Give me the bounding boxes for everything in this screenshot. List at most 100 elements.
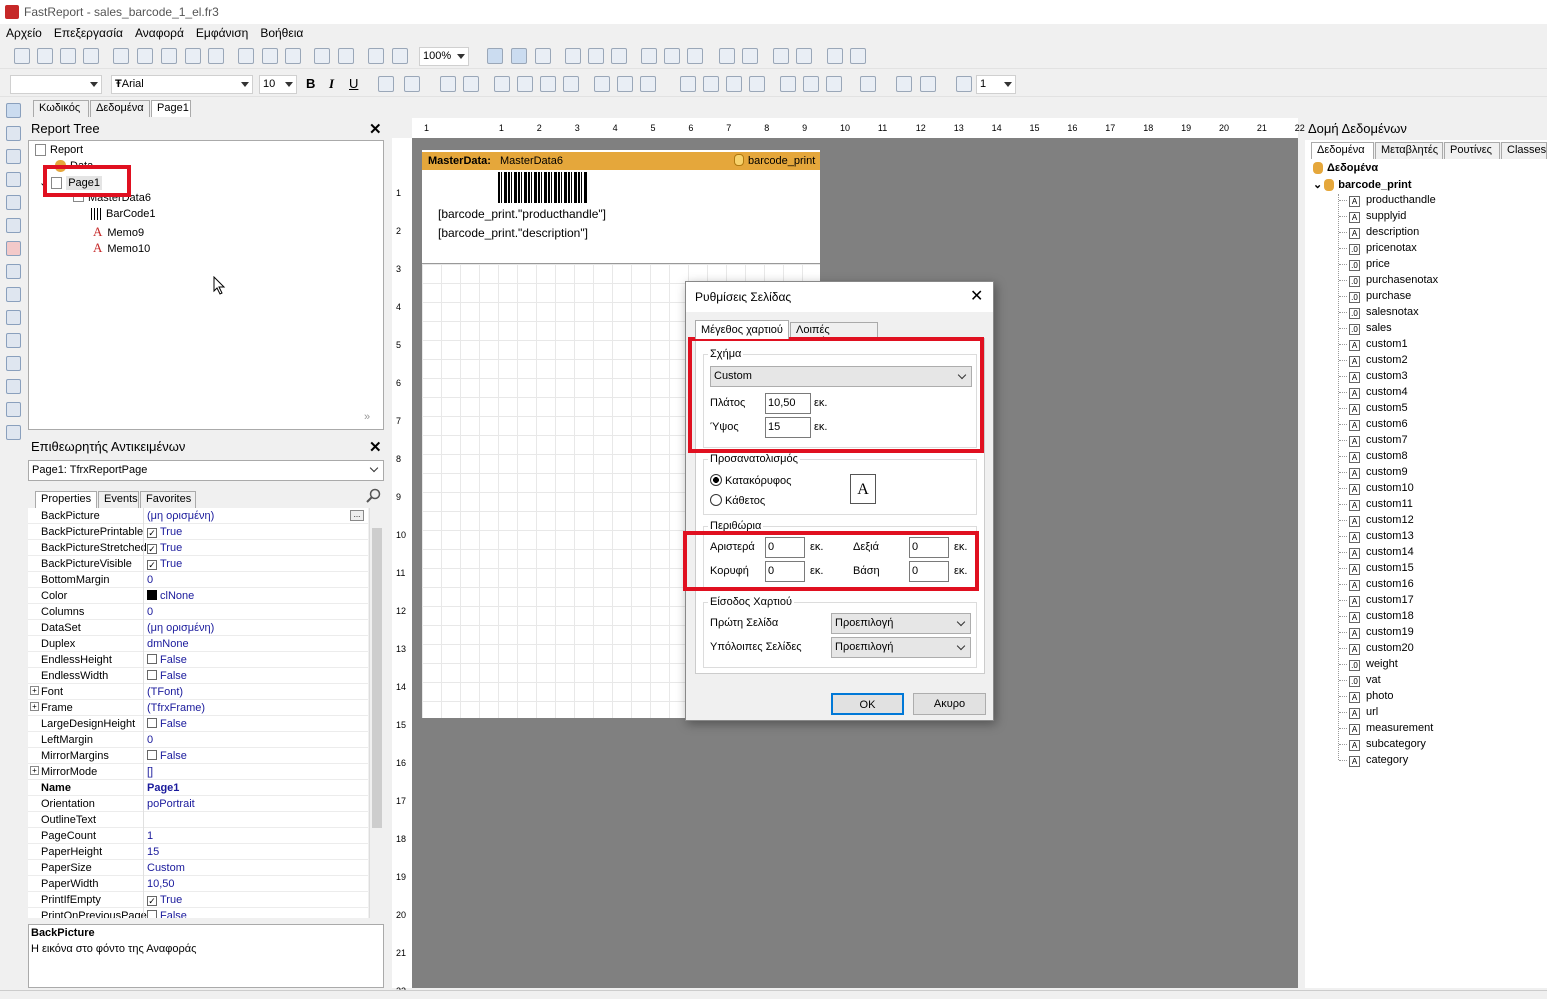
group-icon[interactable] (368, 48, 384, 64)
property-row[interactable]: BackPicture (μη ορισμένη)... (28, 508, 368, 524)
scroll-more-icon[interactable]: » (364, 411, 370, 423)
property-row[interactable]: EndlessHeight False (28, 652, 368, 668)
property-value[interactable]: poPortrait (147, 798, 195, 810)
rotate-icon[interactable] (463, 76, 479, 92)
field-item[interactable]: .0 salesnotax (1339, 306, 1419, 319)
zoom-combo[interactable]: 100% (419, 47, 469, 66)
field-item[interactable]: Acustom12 (1339, 514, 1414, 527)
field-item[interactable]: Acustom1 (1339, 338, 1408, 351)
field-item[interactable]: Acustom20 (1339, 642, 1414, 655)
field-item[interactable]: .0 price (1339, 258, 1390, 271)
shape-object-icon[interactable] (6, 402, 21, 417)
property-row[interactable]: BottomMargin 0 (28, 572, 368, 588)
frame-right-icon[interactable] (749, 76, 765, 92)
tree-item-report[interactable]: Report (35, 144, 83, 157)
property-row[interactable]: PrintIfEmpty ✓ True (28, 892, 368, 908)
property-value[interactable]: False (147, 670, 187, 682)
tab-data[interactable]: Δεδομένα (90, 100, 150, 117)
field-item[interactable]: Acustom2 (1339, 354, 1408, 367)
portrait-radio[interactable]: Κατακόρυφος (710, 474, 791, 487)
other-pages-select[interactable]: Προεπιλογή (831, 637, 971, 658)
field-item[interactable]: Aurl (1339, 706, 1378, 719)
close-icon[interactable]: ✕ (970, 286, 983, 306)
field-item[interactable]: Acategory (1339, 754, 1408, 767)
ok-button[interactable]: OK (831, 693, 904, 715)
property-row[interactable]: PaperWidth 10,50 (28, 876, 368, 892)
align-middle-icon[interactable] (664, 48, 680, 64)
menu-report[interactable]: Αναφορά (129, 24, 190, 42)
property-row[interactable]: PaperHeight 15 (28, 844, 368, 860)
format-copy-icon[interactable] (6, 195, 21, 210)
masterdata-band-header[interactable]: MasterData: MasterData6 barcode_print (422, 152, 820, 170)
field-item[interactable]: Aproducthandle (1339, 194, 1436, 207)
field-item[interactable]: Acustom10 (1339, 482, 1414, 495)
frame-none-icon[interactable] (803, 76, 819, 92)
property-row[interactable]: + Font (TFont) (28, 684, 368, 700)
property-value[interactable]: False (147, 718, 187, 730)
tab-datasets[interactable]: Δεδομένα (1311, 142, 1374, 159)
ungroup-icon[interactable] (392, 48, 408, 64)
text-align-center-icon[interactable] (517, 76, 533, 92)
tab-page1[interactable]: Page1 (151, 100, 191, 117)
property-value[interactable]: ✓ True (147, 558, 182, 570)
frame-all-icon[interactable] (780, 76, 796, 92)
variables-icon[interactable] (208, 48, 224, 64)
text-tool-icon[interactable] (6, 172, 21, 187)
property-row[interactable]: PageCount 1 (28, 828, 368, 844)
property-value[interactable]: False (147, 750, 187, 762)
underline-button[interactable]: U (349, 76, 358, 91)
tree-item-memo9[interactable]: A Memo9 (93, 224, 144, 240)
property-value[interactable]: 0 (147, 606, 153, 618)
field-item[interactable]: Acustom14 (1339, 546, 1414, 559)
property-value[interactable]: [] (147, 766, 153, 778)
field-item[interactable]: .0 sales (1339, 322, 1392, 335)
undo-icon[interactable] (314, 48, 330, 64)
property-row[interactable]: BackPictureStretched ✓ True (28, 540, 368, 556)
field-item[interactable]: Acustom9 (1339, 466, 1408, 479)
new-page-icon[interactable] (113, 48, 129, 64)
new-icon[interactable] (14, 48, 30, 64)
align-bottom-icon[interactable] (687, 48, 703, 64)
tab-properties[interactable]: Properties (35, 491, 97, 508)
font-settings-icon[interactable] (378, 76, 394, 92)
chart-object-icon[interactable] (6, 379, 21, 394)
first-page-select[interactable]: Προεπιλογή (831, 613, 971, 634)
valign-center-icon[interactable] (617, 76, 633, 92)
property-value[interactable]: ✓ True (147, 526, 182, 538)
property-value[interactable]: 0 (147, 734, 153, 746)
property-row[interactable]: LargeDesignHeight False (28, 716, 368, 732)
frame-style-icon[interactable] (956, 76, 972, 92)
valign-bottom-icon[interactable] (640, 76, 656, 92)
property-row[interactable]: DataSet (μη ορισμένη) (28, 620, 368, 636)
paste-icon[interactable] (285, 48, 301, 64)
ellipsis-button[interactable]: ... (350, 510, 364, 521)
property-value[interactable]: dmNone (147, 638, 189, 650)
property-row[interactable]: LeftMargin 0 (28, 732, 368, 748)
copy-icon[interactable] (262, 48, 278, 64)
property-value[interactable]: 10,50 (147, 878, 175, 890)
field-item[interactable]: Adescription (1339, 226, 1419, 239)
tree-item-barcode[interactable]: BarCode1 (91, 208, 156, 221)
align-top-icon[interactable] (641, 48, 657, 64)
shadow-icon[interactable] (826, 76, 842, 92)
font-color-icon[interactable] (404, 76, 420, 92)
field-item[interactable]: Acustom16 (1339, 578, 1414, 591)
property-scrollbar[interactable] (369, 508, 383, 918)
frame-bottom-icon[interactable] (703, 76, 719, 92)
field-item[interactable]: Aphoto (1339, 690, 1394, 703)
tab-events[interactable]: Events (98, 491, 139, 508)
property-value[interactable]: (μη ορισμένη) (147, 622, 214, 634)
expand-icon[interactable]: + (30, 686, 39, 695)
property-row[interactable]: BackPicturePrintable ✓ True (28, 524, 368, 540)
subreport-icon[interactable] (6, 310, 21, 325)
field-item[interactable]: Acustom6 (1339, 418, 1408, 431)
frame-top-icon[interactable] (680, 76, 696, 92)
landscape-radio[interactable]: Κάθετος (710, 494, 765, 507)
delete-page-icon[interactable] (161, 48, 177, 64)
expand-icon[interactable]: + (30, 766, 39, 775)
zoom-tool-icon[interactable] (6, 149, 21, 164)
frame-width-combo[interactable]: 1 (976, 75, 1016, 94)
object-selector[interactable]: Page1: TfrxReportPage (28, 460, 384, 481)
property-value[interactable]: ✓ True (147, 894, 182, 906)
text-object-icon[interactable] (6, 241, 21, 256)
